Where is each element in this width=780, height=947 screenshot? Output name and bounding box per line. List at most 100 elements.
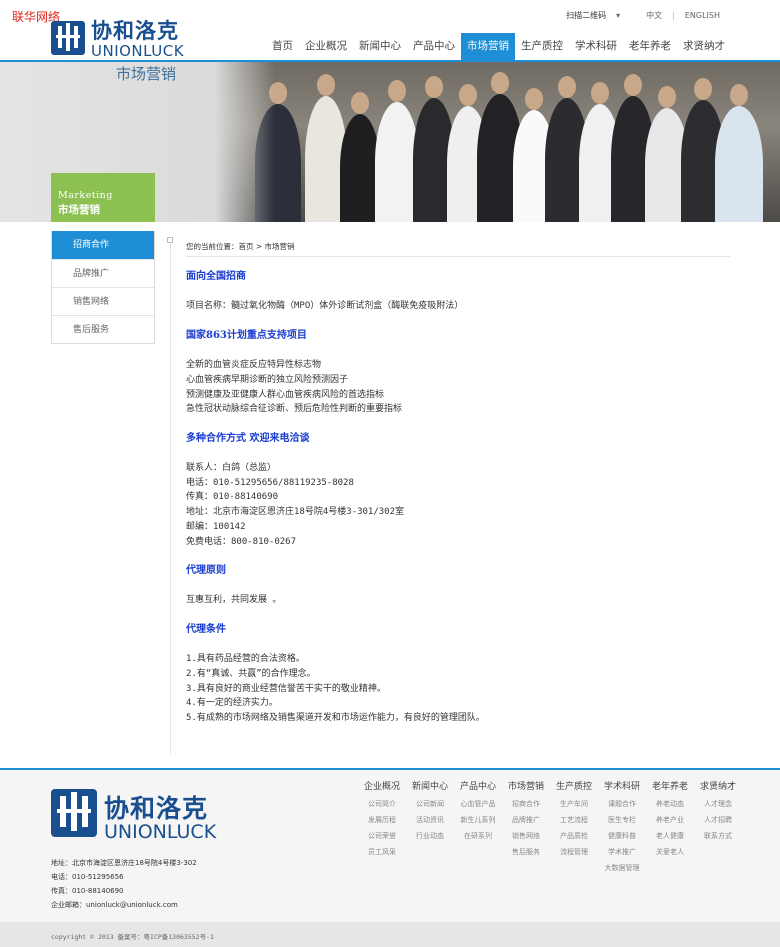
footer-column: 老年养老养老动态 养老产业 老人健康 关爱老人 (646, 779, 694, 876)
footer-info-line: 传真：010-88140690 (51, 887, 124, 895)
paragraph-line: 2.有“真诚、共赢”的合作理念。 (186, 668, 316, 679)
side-menu: 招商合作 品牌推广 销售网络 售后服务 (51, 231, 155, 344)
footer-column: 新闻中心公司新闻 活动资讯 行业动态 (406, 779, 454, 876)
nav-item[interactable]: 求贤纳才 (677, 33, 731, 61)
paragraph-line: 免费电话：800-810-0267 (186, 536, 297, 547)
nav-item[interactable]: 老年养老 (623, 33, 677, 61)
nav-item[interactable]: 学术科研 (569, 33, 623, 61)
lang-en-link[interactable]: ENGLISH (685, 11, 720, 20)
photo-person-head (730, 84, 748, 106)
footer-column-title[interactable]: 新闻中心 (406, 779, 454, 792)
footer-link[interactable]: 发展历程 (358, 812, 406, 828)
site-logo[interactable]: 协和洛克 UNIONLUCK (51, 13, 191, 61)
footer-link[interactable]: 员工风采 (358, 844, 406, 860)
photo-person-head (317, 74, 335, 96)
footer-link[interactable]: 售后服务 (502, 844, 550, 860)
photo-person-head (425, 76, 443, 98)
side-menu-item[interactable]: 售后服务 (52, 315, 154, 343)
footer-link[interactable]: 养老动态 (646, 796, 694, 812)
footer-link[interactable]: 销售网络 (502, 828, 550, 844)
photo-person-head (525, 88, 543, 110)
footer-link[interactable]: 关爱老人 (646, 844, 694, 860)
side-menu-item[interactable]: 品牌推广 (52, 259, 154, 287)
paragraph-line: 3.具有良好的商业经营信誉苦干实干的敬业精神。 (186, 683, 386, 694)
section-heading: 代理条件 (186, 623, 226, 635)
footer-info-line: 企业邮箱：unionluck@unionluck.com (51, 901, 178, 909)
footer-link[interactable]: 公司新闻 (406, 796, 454, 812)
footer-link[interactable]: 老人健康 (646, 828, 694, 844)
footer-column-title[interactable]: 市场营销 (502, 779, 550, 792)
lang-cn-link[interactable]: 中文 (646, 10, 662, 21)
footer-sitemap: 企业概况 公司简介 发展历程 公司荣誉 员工风采 新闻中心 公司新闻 活动资讯 行业动态 产品中心… (358, 779, 742, 876)
footer-link[interactable]: 生产车间 (550, 796, 598, 812)
nav-item[interactable]: 产品中心 (407, 33, 461, 61)
footer-logo[interactable]: 协和洛克 UNIONLUCK (51, 781, 229, 843)
footer-link[interactable]: 人才招聘 (694, 812, 742, 828)
photo-person-head (491, 72, 509, 94)
photo-person-shape (715, 106, 763, 222)
footer-logo-cn: 协和洛克 (104, 794, 209, 823)
footer-link[interactable]: 工艺流程 (550, 812, 598, 828)
photo-person-head (459, 84, 477, 106)
footer-link[interactable]: 医生专栏 (598, 812, 646, 828)
nav-item[interactable]: 新闻中心 (353, 33, 407, 61)
photo-person-head (558, 76, 576, 98)
footer-link[interactable]: 大数据管理 (598, 860, 646, 876)
section-heading: 国家863计划重点支持项目 (186, 329, 307, 341)
photo-person-head (591, 82, 609, 104)
side-menu-item[interactable]: 销售网络 (52, 287, 154, 315)
footer-link[interactable]: 招商合作 (502, 796, 550, 812)
footer-column: 学术科研课题合作 医生专栏 健康科普 学术推广 大数据管理 (598, 779, 646, 876)
breadcrumb: 您的当前位置：首页 > 市场营销 (186, 242, 295, 251)
footer-link[interactable]: 学术推广 (598, 844, 646, 860)
footer-link[interactable]: 课题合作 (598, 796, 646, 812)
footer-link[interactable]: 在研系列 (454, 828, 502, 844)
footer-link[interactable]: 心血管产品 (454, 796, 502, 812)
paragraph-line: 预测健康及亚健康人群心血管疾病风险的首选指标 (186, 389, 385, 400)
photo-person-head (694, 78, 712, 100)
footer-link[interactable]: 公司简介 (358, 796, 406, 812)
section-label-box: Marketing 市场营销 (51, 173, 155, 222)
nav-item[interactable]: 市场营销 (461, 33, 515, 61)
footer-link[interactable]: 新生儿系列 (454, 812, 502, 828)
footer-link[interactable]: 流程管理 (550, 844, 598, 860)
footer-link[interactable]: 人才理念 (694, 796, 742, 812)
chevron-down-icon[interactable]: ▾ (616, 11, 620, 20)
nav-item[interactable]: 生产质控 (515, 33, 569, 61)
top-bar: 扫描二维码 ▾ 中文 | ENGLISH (566, 10, 720, 21)
photo-person-head (624, 74, 642, 96)
nav-item[interactable]: 首页 (266, 33, 299, 61)
footer-column-title[interactable]: 生产质控 (550, 779, 598, 792)
paragraph-line: 1.具有药品经营的合法资格。 (186, 654, 305, 665)
footer-link[interactable]: 养老产业 (646, 812, 694, 828)
footer-link[interactable]: 公司荣誉 (358, 828, 406, 844)
footer-link[interactable]: 产品质检 (550, 828, 598, 844)
footer-link[interactable]: 健康科普 (598, 828, 646, 844)
photo-person-head (351, 92, 369, 114)
paragraph-line: 4.有一定的经济实力。 (186, 698, 278, 709)
footer-link[interactable]: 行业动态 (406, 828, 454, 844)
qr-code-link[interactable]: 扫描二维码 (566, 10, 606, 21)
footer-link[interactable]: 联系方式 (694, 828, 742, 844)
paragraph-line: 心血管疾病早期诊断的独立风险预测因子 (186, 374, 349, 385)
article-content: 面向全国招商 项目名称：髓过氧化物酶（MPO）体外诊断试剂盒（酶联免疫吸附法） 国家… (186, 270, 730, 726)
footer-column-title[interactable]: 老年养老 (646, 779, 694, 792)
footer-column-title[interactable]: 学术科研 (598, 779, 646, 792)
footer-column: 企业概况公司简介 发展历程 公司荣誉 员工风采 (358, 779, 406, 876)
section-heading: 多种合作方式 欢迎来电洽谈 (186, 432, 310, 444)
footer-column-title[interactable]: 产品中心 (454, 779, 502, 792)
nav-item[interactable]: 企业概况 (299, 33, 353, 61)
footer-link[interactable]: 品牌推广 (502, 812, 550, 828)
side-menu-item[interactable]: 招商合作 (52, 231, 154, 259)
footer-column-title[interactable]: 企业概况 (358, 779, 406, 792)
paragraph-line: 电话：010-51295656/88119235-8028 (186, 477, 354, 488)
logo-en-text: UNIONLUCK (91, 42, 185, 60)
footer-link[interactable]: 活动资讯 (406, 812, 454, 828)
footer-column-title[interactable]: 求贤纳才 (694, 779, 742, 792)
paragraph-line: 互惠互利，共同发展 。 (186, 595, 282, 606)
